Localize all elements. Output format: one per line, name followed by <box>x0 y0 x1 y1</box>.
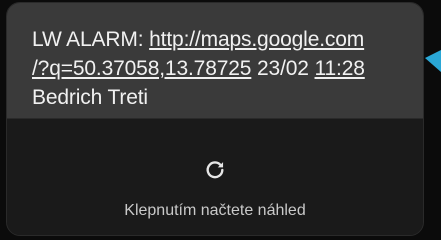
message-time-link[interactable]: 11:28 <box>315 57 365 80</box>
message-body: LW ALARM: http://maps.google.com /?q=50.… <box>7 3 423 118</box>
message-prefix: LW ALARM: <box>32 28 150 51</box>
refresh-icon <box>206 161 224 179</box>
sender-name: Bedrich Treti <box>32 86 148 109</box>
maps-link-part2[interactable]: /?q=50.37058,13.78725 <box>32 57 251 80</box>
message-view: LW ALARM: http://maps.google.com /?q=50.… <box>0 0 441 240</box>
message-bubble[interactable]: LW ALARM: http://maps.google.com /?q=50.… <box>6 2 424 236</box>
bubble-tail-icon <box>425 50 441 72</box>
message-date: 23/02 <box>257 57 309 80</box>
message-text: LW ALARM: http://maps.google.com /?q=50.… <box>32 25 412 112</box>
link-preview-button[interactable]: Klepnutím načtete náhled <box>7 119 423 235</box>
preview-label: Klepnutím načtete náhled <box>124 202 306 219</box>
maps-link-part1[interactable]: http://maps.google.com <box>149 28 364 51</box>
